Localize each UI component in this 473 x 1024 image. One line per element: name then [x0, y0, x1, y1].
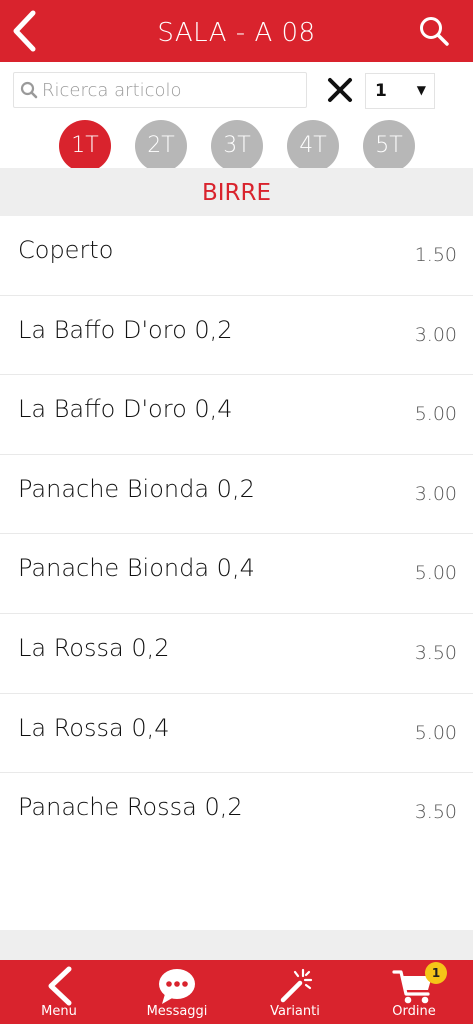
item-price: 3.50 [414, 641, 457, 664]
turn-5-button[interactable]: 5T [363, 120, 415, 172]
item-price: 3.00 [414, 323, 457, 346]
list-item[interactable]: La Rossa 0,2 3.50 [0, 614, 473, 694]
chevron-left-icon [37, 964, 81, 1008]
turn-1-button[interactable]: 1T [59, 120, 111, 172]
item-price: 3.00 [414, 482, 457, 505]
quantity-select[interactable]: 1 ▼ [365, 73, 435, 109]
close-icon [328, 78, 352, 102]
list-item[interactable]: Panache Rossa 0,2 3.50 [0, 773, 473, 853]
quantity-value: 1 [375, 81, 387, 101]
nav-variants-label: Varianti [270, 1004, 320, 1019]
nav-messages-label: Messaggi [146, 1004, 208, 1019]
header-search-button[interactable] [417, 14, 451, 48]
chat-bubble-icon [155, 964, 199, 1008]
search-input[interactable] [42, 73, 302, 107]
search-icon [20, 81, 38, 99]
nav-order-tab[interactable]: 1 Ordine [355, 960, 473, 1024]
item-price: 5.00 [414, 403, 457, 426]
item-name: La Rossa 0,4 [18, 713, 170, 742]
item-price: 5.00 [414, 562, 457, 585]
turn-3-button[interactable]: 3T [211, 120, 263, 172]
item-list: Coperto 1.50 La Baffo D'oro 0,2 3.00 La … [0, 216, 473, 853]
item-price: 3.50 [414, 801, 457, 824]
app-header: SALA - A 08 [0, 0, 473, 62]
item-price: 5.00 [414, 721, 457, 744]
item-name: Coperto [18, 236, 114, 264]
dropdown-arrow-icon: ▼ [416, 83, 426, 97]
search-field-container [13, 72, 307, 108]
nav-variants-tab[interactable]: Varianti [236, 960, 354, 1024]
category-header: BIRRE [0, 168, 473, 216]
item-price: 1.50 [414, 244, 457, 266]
order-count-badge: 1 [425, 962, 447, 984]
nav-messages-tab[interactable]: Messaggi [118, 960, 236, 1024]
list-item[interactable]: La Baffo D'oro 0,2 3.00 [0, 296, 473, 376]
list-footer-divider [0, 930, 473, 960]
item-name: Panache Rossa 0,2 [18, 793, 243, 822]
bottom-navigation: Menu Messaggi Varianti 1 Ordine [0, 960, 473, 1024]
page-title: SALA - A 08 [157, 18, 316, 48]
item-name: La Rossa 0,2 [18, 633, 170, 662]
turn-2-button[interactable]: 2T [135, 120, 187, 172]
nav-menu-tab[interactable]: Menu [0, 960, 118, 1024]
back-button[interactable] [0, 0, 48, 62]
chevron-left-icon [13, 10, 36, 52]
item-name: Panache Bionda 0,4 [18, 554, 255, 583]
clear-search-button[interactable] [326, 76, 354, 104]
list-item[interactable]: Coperto 1.50 [0, 216, 473, 296]
nav-menu-label: Menu [41, 1004, 77, 1019]
turn-selector: 1T 2T 3T 4T 5T [0, 118, 473, 172]
list-item[interactable]: Panache Bionda 0,4 5.00 [0, 534, 473, 614]
search-icon [420, 17, 449, 46]
magic-wand-icon [273, 964, 317, 1008]
nav-order-label: Ordine [392, 1004, 436, 1019]
item-name: La Baffo D'oro 0,2 [18, 315, 233, 344]
list-item[interactable]: La Baffo D'oro 0,4 5.00 [0, 375, 473, 455]
list-item[interactable]: Panache Bionda 0,2 3.00 [0, 455, 473, 535]
turn-4-button[interactable]: 4T [287, 120, 339, 172]
item-name: La Baffo D'oro 0,4 [18, 395, 233, 424]
list-item[interactable]: La Rossa 0,4 5.00 [0, 694, 473, 774]
search-row: 1 ▼ [0, 62, 473, 118]
item-name: Panache Bionda 0,2 [18, 474, 255, 503]
